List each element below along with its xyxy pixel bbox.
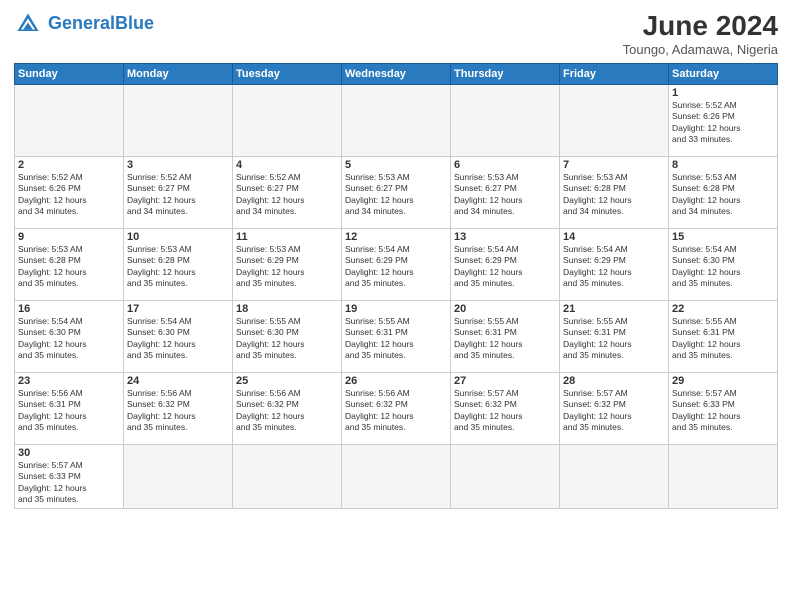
empty-cell (15, 85, 124, 157)
empty-cell (669, 445, 778, 509)
header-sunday: Sunday (15, 64, 124, 85)
month-title: June 2024 (623, 10, 778, 42)
day-1-info: Sunrise: 5:52 AMSunset: 6:26 PMDaylight:… (672, 100, 774, 146)
header-friday: Friday (560, 64, 669, 85)
day-4: 4 Sunrise: 5:52 AMSunset: 6:27 PMDayligh… (233, 157, 342, 229)
week-row-3: 9 Sunrise: 5:53 AMSunset: 6:28 PMDayligh… (15, 229, 778, 301)
day-9: 9 Sunrise: 5:53 AMSunset: 6:28 PMDayligh… (15, 229, 124, 301)
logo-text: GeneralBlue (48, 14, 154, 34)
title-block: June 2024 Toungo, Adamawa, Nigeria (623, 10, 778, 57)
day-23: 23 Sunrise: 5:56 AMSunset: 6:31 PMDaylig… (15, 373, 124, 445)
empty-cell (124, 85, 233, 157)
day-25: 25 Sunrise: 5:56 AMSunset: 6:32 PMDaylig… (233, 373, 342, 445)
header: GeneralBlue June 2024 Toungo, Adamawa, N… (14, 10, 778, 57)
day-11: 11 Sunrise: 5:53 AMSunset: 6:29 PMDaylig… (233, 229, 342, 301)
day-30: 30 Sunrise: 5:57 AMSunset: 6:33 PMDaylig… (15, 445, 124, 509)
day-8: 8 Sunrise: 5:53 AMSunset: 6:28 PMDayligh… (669, 157, 778, 229)
day-17: 17 Sunrise: 5:54 AMSunset: 6:30 PMDaylig… (124, 301, 233, 373)
day-14: 14 Sunrise: 5:54 AMSunset: 6:29 PMDaylig… (560, 229, 669, 301)
weekday-header-row: Sunday Monday Tuesday Wednesday Thursday… (15, 64, 778, 85)
day-3: 3 Sunrise: 5:52 AMSunset: 6:27 PMDayligh… (124, 157, 233, 229)
day-21: 21 Sunrise: 5:55 AMSunset: 6:31 PMDaylig… (560, 301, 669, 373)
logo-blue: Blue (115, 13, 154, 33)
page: GeneralBlue June 2024 Toungo, Adamawa, N… (0, 0, 792, 612)
empty-cell (342, 85, 451, 157)
day-24: 24 Sunrise: 5:56 AMSunset: 6:32 PMDaylig… (124, 373, 233, 445)
day-15: 15 Sunrise: 5:54 AMSunset: 6:30 PMDaylig… (669, 229, 778, 301)
day-28: 28 Sunrise: 5:57 AMSunset: 6:32 PMDaylig… (560, 373, 669, 445)
empty-cell (233, 85, 342, 157)
day-29: 29 Sunrise: 5:57 AMSunset: 6:33 PMDaylig… (669, 373, 778, 445)
empty-cell (560, 445, 669, 509)
day-26: 26 Sunrise: 5:56 AMSunset: 6:32 PMDaylig… (342, 373, 451, 445)
day-2: 2 Sunrise: 5:52 AMSunset: 6:26 PMDayligh… (15, 157, 124, 229)
day-12: 12 Sunrise: 5:54 AMSunset: 6:29 PMDaylig… (342, 229, 451, 301)
header-tuesday: Tuesday (233, 64, 342, 85)
week-row-6: 30 Sunrise: 5:57 AMSunset: 6:33 PMDaylig… (15, 445, 778, 509)
week-row-5: 23 Sunrise: 5:56 AMSunset: 6:31 PMDaylig… (15, 373, 778, 445)
empty-cell (451, 85, 560, 157)
day-18: 18 Sunrise: 5:55 AMSunset: 6:30 PMDaylig… (233, 301, 342, 373)
day-27: 27 Sunrise: 5:57 AMSunset: 6:32 PMDaylig… (451, 373, 560, 445)
day-10: 10 Sunrise: 5:53 AMSunset: 6:28 PMDaylig… (124, 229, 233, 301)
calendar: Sunday Monday Tuesday Wednesday Thursday… (14, 63, 778, 509)
empty-cell (342, 445, 451, 509)
empty-cell (451, 445, 560, 509)
day-22: 22 Sunrise: 5:55 AMSunset: 6:31 PMDaylig… (669, 301, 778, 373)
header-wednesday: Wednesday (342, 64, 451, 85)
day-20: 20 Sunrise: 5:55 AMSunset: 6:31 PMDaylig… (451, 301, 560, 373)
empty-cell (124, 445, 233, 509)
week-row-2: 2 Sunrise: 5:52 AMSunset: 6:26 PMDayligh… (15, 157, 778, 229)
day-5: 5 Sunrise: 5:53 AMSunset: 6:27 PMDayligh… (342, 157, 451, 229)
logo-general: General (48, 13, 115, 33)
day-13: 13 Sunrise: 5:54 AMSunset: 6:29 PMDaylig… (451, 229, 560, 301)
logo-icon (14, 10, 42, 38)
header-thursday: Thursday (451, 64, 560, 85)
location-subtitle: Toungo, Adamawa, Nigeria (623, 42, 778, 57)
day-19: 19 Sunrise: 5:55 AMSunset: 6:31 PMDaylig… (342, 301, 451, 373)
header-monday: Monday (124, 64, 233, 85)
empty-cell (233, 445, 342, 509)
day-1: 1 Sunrise: 5:52 AMSunset: 6:26 PMDayligh… (669, 85, 778, 157)
day-6: 6 Sunrise: 5:53 AMSunset: 6:27 PMDayligh… (451, 157, 560, 229)
day-16: 16 Sunrise: 5:54 AMSunset: 6:30 PMDaylig… (15, 301, 124, 373)
day-7: 7 Sunrise: 5:53 AMSunset: 6:28 PMDayligh… (560, 157, 669, 229)
week-row-1: 1 Sunrise: 5:52 AMSunset: 6:26 PMDayligh… (15, 85, 778, 157)
week-row-4: 16 Sunrise: 5:54 AMSunset: 6:30 PMDaylig… (15, 301, 778, 373)
logo: GeneralBlue (14, 10, 154, 38)
header-saturday: Saturday (669, 64, 778, 85)
empty-cell (560, 85, 669, 157)
